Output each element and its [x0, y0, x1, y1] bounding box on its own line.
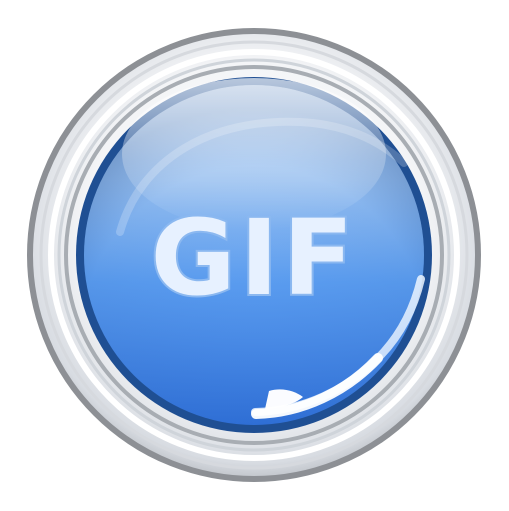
gif-label: GIF — [150, 197, 357, 319]
gif-app-icon: GIF — [0, 0, 509, 511]
